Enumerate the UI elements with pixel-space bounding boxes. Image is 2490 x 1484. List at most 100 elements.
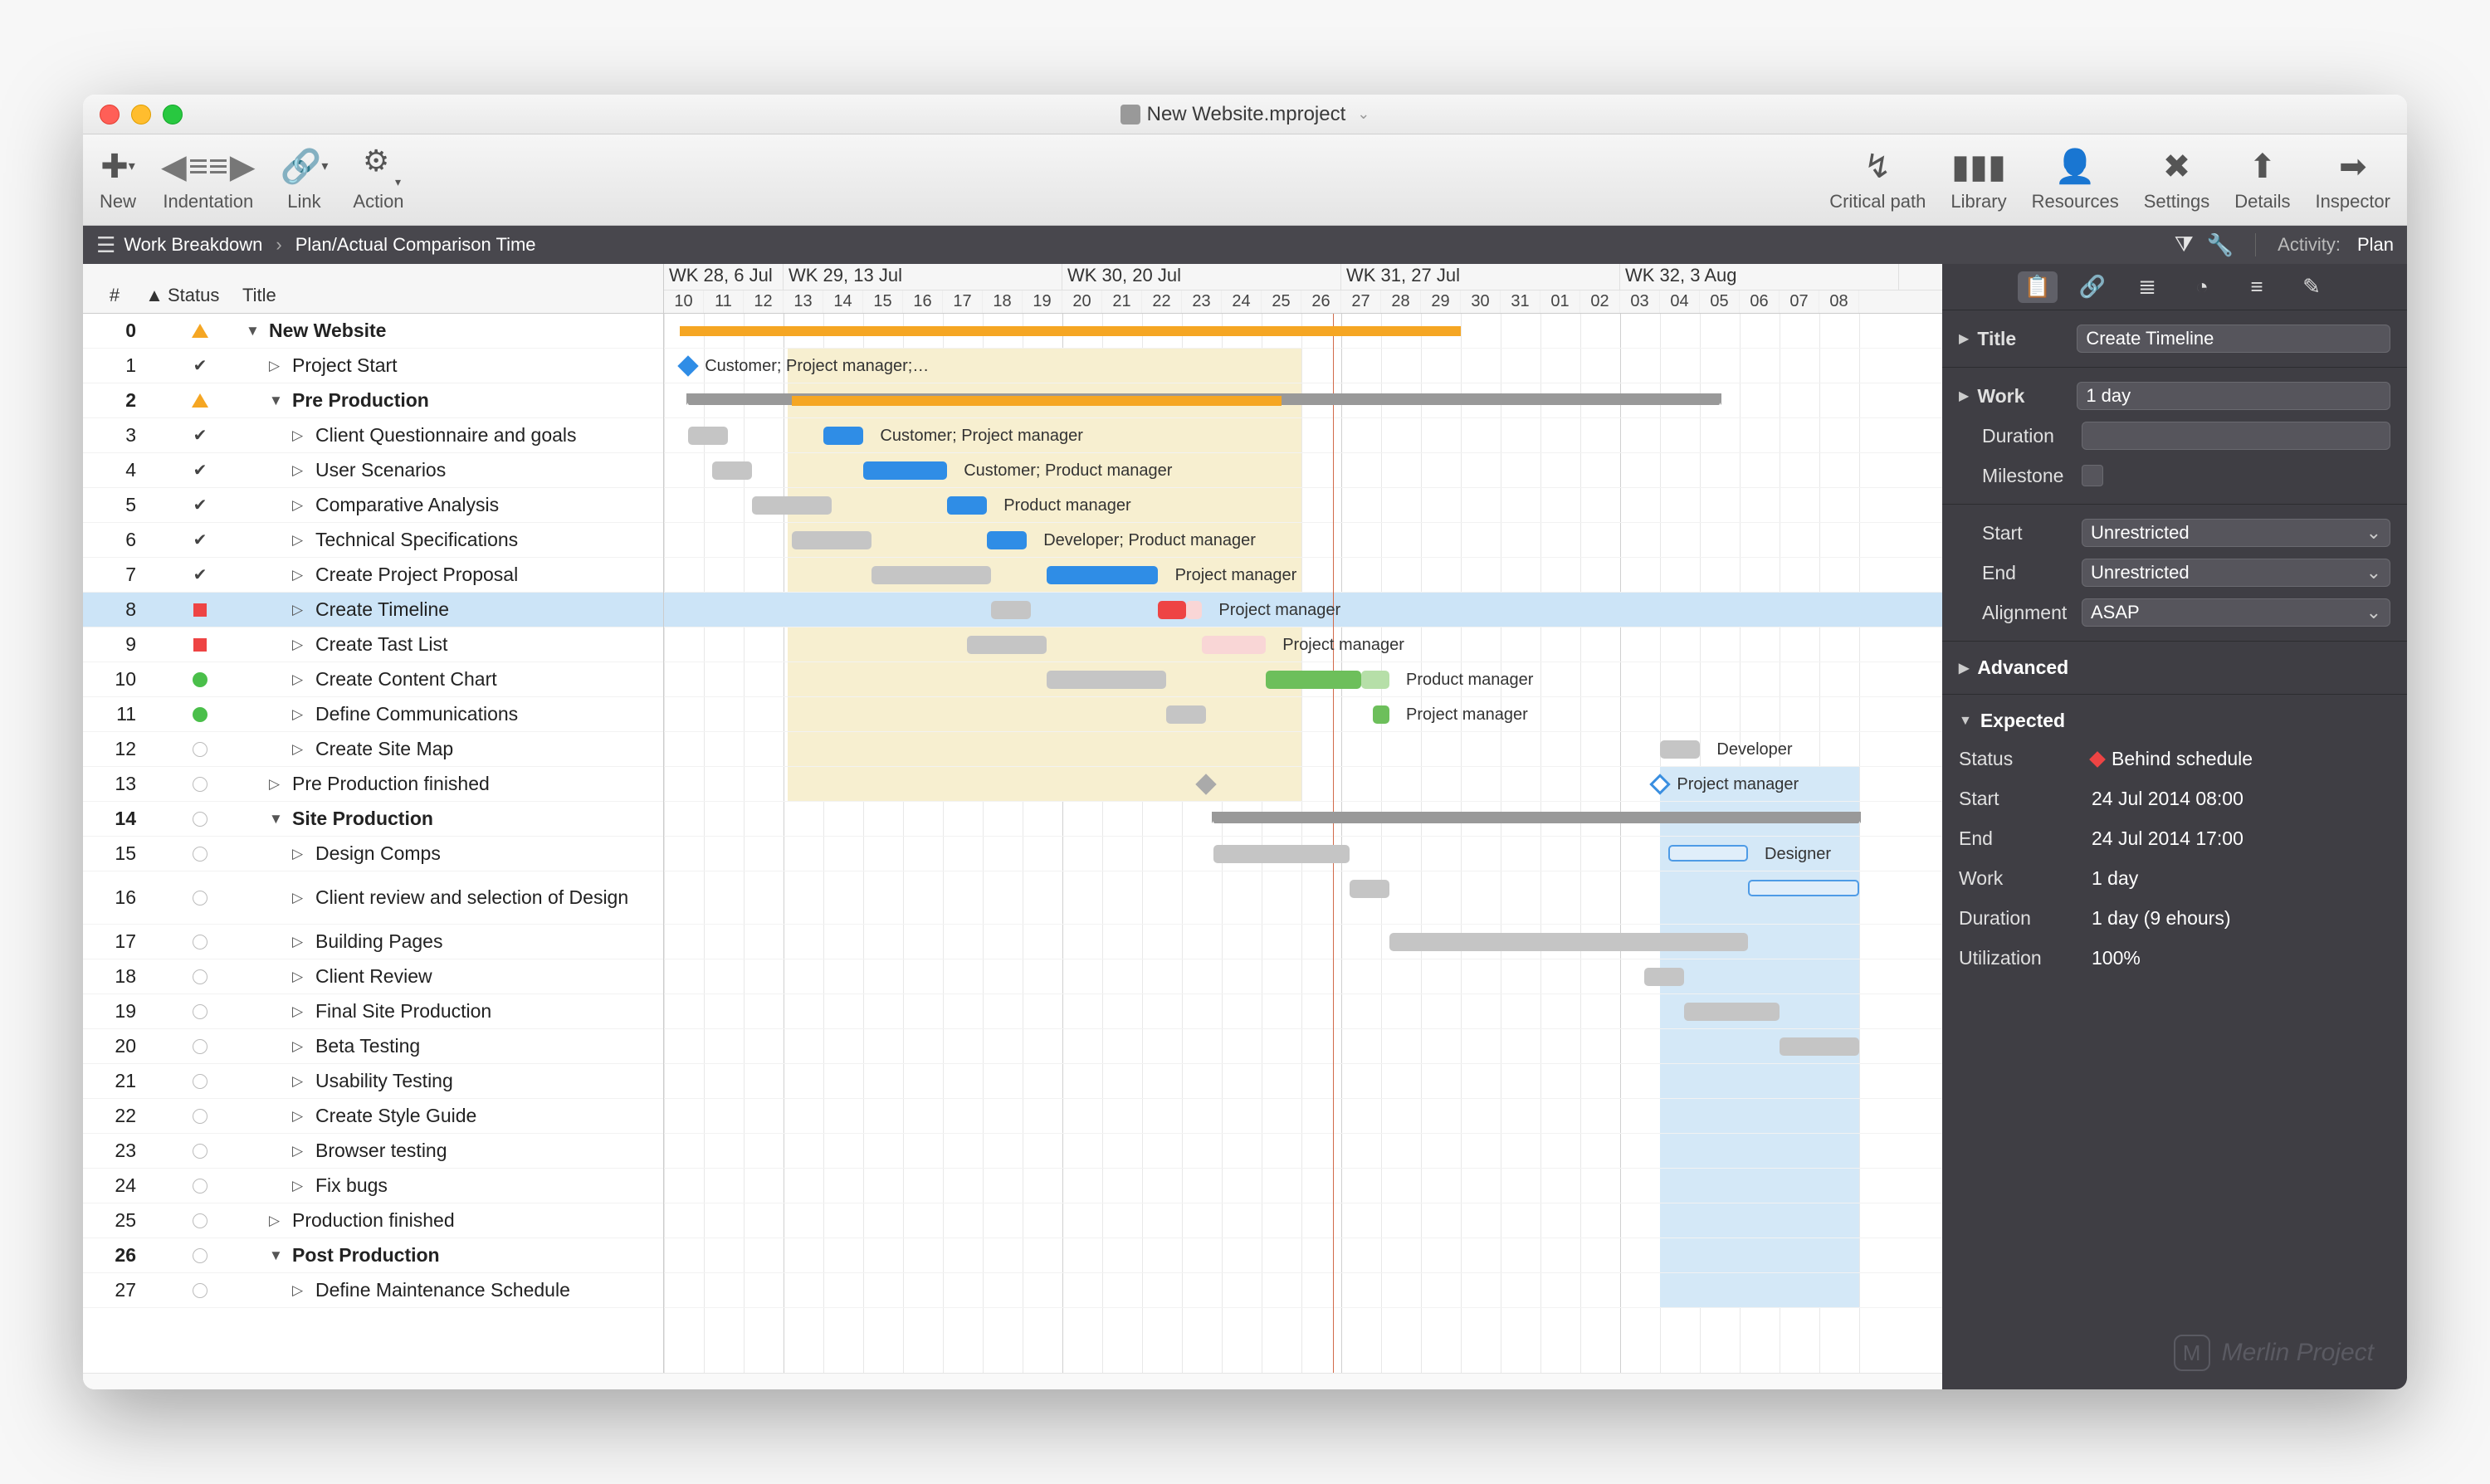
table-row[interactable]: 9▷Create Tast List xyxy=(83,627,663,662)
breadcrumb-root[interactable]: Work Breakdown xyxy=(124,234,262,256)
gantt-row[interactable] xyxy=(664,1273,1942,1308)
expand-icon[interactable]: ▷ xyxy=(292,671,307,688)
table-row[interactable]: 1✔▷Project Start xyxy=(83,349,663,383)
table-row[interactable]: 22▷Create Style Guide xyxy=(83,1099,663,1134)
link-button[interactable]: 🔗▾ Link xyxy=(281,148,329,212)
tab-attachments[interactable]: ✎ xyxy=(2292,271,2331,303)
table-row[interactable]: 8▷Create Timeline xyxy=(83,593,663,627)
expand-icon[interactable]: ▼ xyxy=(269,811,284,827)
duration-input[interactable] xyxy=(2082,422,2390,450)
details-button[interactable]: ⬆ Details xyxy=(2234,148,2290,212)
library-button[interactable]: ▮▮▮ Library xyxy=(1950,148,2006,212)
expand-icon[interactable]: ▷ xyxy=(292,1038,307,1055)
action-button[interactable]: Action xyxy=(353,148,403,212)
title-input[interactable]: Create Timeline xyxy=(2077,325,2390,353)
expand-icon[interactable]: ▼ xyxy=(246,323,261,339)
gantt-bar[interactable] xyxy=(872,566,991,584)
table-row[interactable]: 18▷Client Review xyxy=(83,959,663,994)
gantt-bar[interactable] xyxy=(752,496,832,515)
table-row[interactable]: 16▷Client review and selection of Design xyxy=(83,871,663,925)
breadcrumb[interactable]: ☰ Work Breakdown › Plan/Actual Compariso… xyxy=(96,232,536,258)
gantt-bar[interactable] xyxy=(1213,812,1859,823)
expand-icon[interactable]: ▷ xyxy=(292,1073,307,1090)
expand-icon[interactable]: ▷ xyxy=(292,462,307,479)
gantt-bar[interactable] xyxy=(1644,968,1684,986)
expand-icon[interactable]: ▼ xyxy=(269,1247,284,1264)
gantt-bar[interactable] xyxy=(1186,601,1202,619)
horizontal-scrollbar[interactable] xyxy=(83,1373,1942,1389)
expand-icon[interactable]: ▷ xyxy=(292,934,307,950)
table-row[interactable]: 5✔▷Comparative Analysis xyxy=(83,488,663,523)
expand-icon[interactable]: ▷ xyxy=(292,1108,307,1125)
resources-button[interactable]: 👤 Resources xyxy=(2032,148,2119,212)
col-status[interactable]: Status xyxy=(163,264,237,313)
gantt-bar[interactable] xyxy=(1350,880,1389,898)
expand-icon[interactable]: ▷ xyxy=(292,497,307,514)
expand-icon[interactable]: ▷ xyxy=(292,1143,307,1159)
gantt-bar[interactable] xyxy=(991,601,1031,619)
gantt-bar[interactable] xyxy=(680,326,1461,336)
tab-notes[interactable]: ≡ xyxy=(2237,271,2277,303)
table-row[interactable]: 24▷Fix bugs xyxy=(83,1169,663,1203)
gantt-bar[interactable] xyxy=(967,636,1047,654)
gantt-bar[interactable] xyxy=(1158,601,1186,619)
gantt-row[interactable] xyxy=(664,1064,1942,1099)
table-row[interactable]: 4✔▷User Scenarios xyxy=(83,453,663,488)
table-row[interactable]: 13▷Pre Production finished xyxy=(83,767,663,802)
gantt-row[interactable] xyxy=(664,558,1942,593)
gantt-bar[interactable] xyxy=(1780,1037,1859,1056)
table-row[interactable]: 0▼New Website xyxy=(83,314,663,349)
table-row[interactable]: 26▼Post Production xyxy=(83,1238,663,1273)
table-row[interactable]: 10▷Create Content Chart xyxy=(83,662,663,697)
expand-icon[interactable]: ▷ xyxy=(269,776,284,793)
gantt-bar[interactable] xyxy=(1266,671,1361,689)
minimize-icon[interactable] xyxy=(131,105,151,124)
expand-icon[interactable]: ▷ xyxy=(292,1282,307,1299)
maximize-icon[interactable] xyxy=(163,105,183,124)
gantt-row[interactable] xyxy=(664,1238,1942,1273)
table-row[interactable]: 20▷Beta Testing xyxy=(83,1029,663,1064)
gantt-bar[interactable] xyxy=(712,461,752,480)
tab-finance[interactable]: ◔ xyxy=(2182,271,2222,303)
expand-icon[interactable]: ▷ xyxy=(292,532,307,549)
criticalpath-button[interactable]: ↯ Critical path xyxy=(1829,148,1926,212)
gantt-row[interactable] xyxy=(664,1029,1942,1064)
gantt-bar[interactable] xyxy=(1361,671,1389,689)
table-row[interactable]: 2▼Pre Production xyxy=(83,383,663,418)
table-row[interactable]: 3✔▷Client Questionnaire and goals xyxy=(83,418,663,453)
end-select[interactable]: Unrestricted xyxy=(2082,559,2390,587)
gantt-bar[interactable] xyxy=(1660,740,1700,759)
table-row[interactable]: 27▷Define Maintenance Schedule xyxy=(83,1273,663,1308)
gantt-bar[interactable] xyxy=(1684,1003,1780,1021)
gantt-bar[interactable] xyxy=(1748,880,1859,896)
settings-button[interactable]: ✖ Settings xyxy=(2144,148,2210,212)
col-number[interactable]: # xyxy=(83,264,146,313)
gantt-bar[interactable] xyxy=(688,427,728,445)
expand-icon[interactable]: ▷ xyxy=(292,846,307,862)
alignment-select[interactable]: ASAP xyxy=(2082,598,2390,627)
gantt-bar[interactable] xyxy=(1047,671,1166,689)
expand-icon[interactable]: ▷ xyxy=(292,1178,307,1194)
wrench-icon[interactable]: 🔧 xyxy=(2207,232,2234,258)
table-row[interactable]: 12▷Create Site Map xyxy=(83,732,663,767)
table-row[interactable]: 21▷Usability Testing xyxy=(83,1064,663,1099)
expand-icon[interactable]: ▷ xyxy=(292,969,307,985)
gantt-bar[interactable] xyxy=(1202,636,1266,654)
gantt-bar[interactable] xyxy=(1373,705,1389,724)
gantt-bar[interactable] xyxy=(947,496,987,515)
gantt-bar[interactable] xyxy=(1047,566,1158,584)
gantt-bar[interactable] xyxy=(863,461,947,480)
gantt-bar[interactable] xyxy=(1166,705,1206,724)
table-row[interactable]: 11▷Define Communications xyxy=(83,697,663,732)
gantt-bar[interactable] xyxy=(792,531,872,549)
expand-icon[interactable]: ▼ xyxy=(269,393,284,409)
new-button[interactable]: ✚▾ New xyxy=(100,148,136,212)
tab-link[interactable]: 🔗 xyxy=(2073,271,2112,303)
expand-icon[interactable]: ▷ xyxy=(269,358,284,374)
col-sort[interactable]: ▲ xyxy=(146,264,163,313)
gantt-row[interactable] xyxy=(664,959,1942,994)
expand-icon[interactable]: ▷ xyxy=(292,567,307,583)
table-row[interactable]: 23▷Browser testing xyxy=(83,1134,663,1169)
start-select[interactable]: Unrestricted xyxy=(2082,519,2390,547)
advanced-header[interactable]: ▶Advanced xyxy=(1959,650,2390,686)
